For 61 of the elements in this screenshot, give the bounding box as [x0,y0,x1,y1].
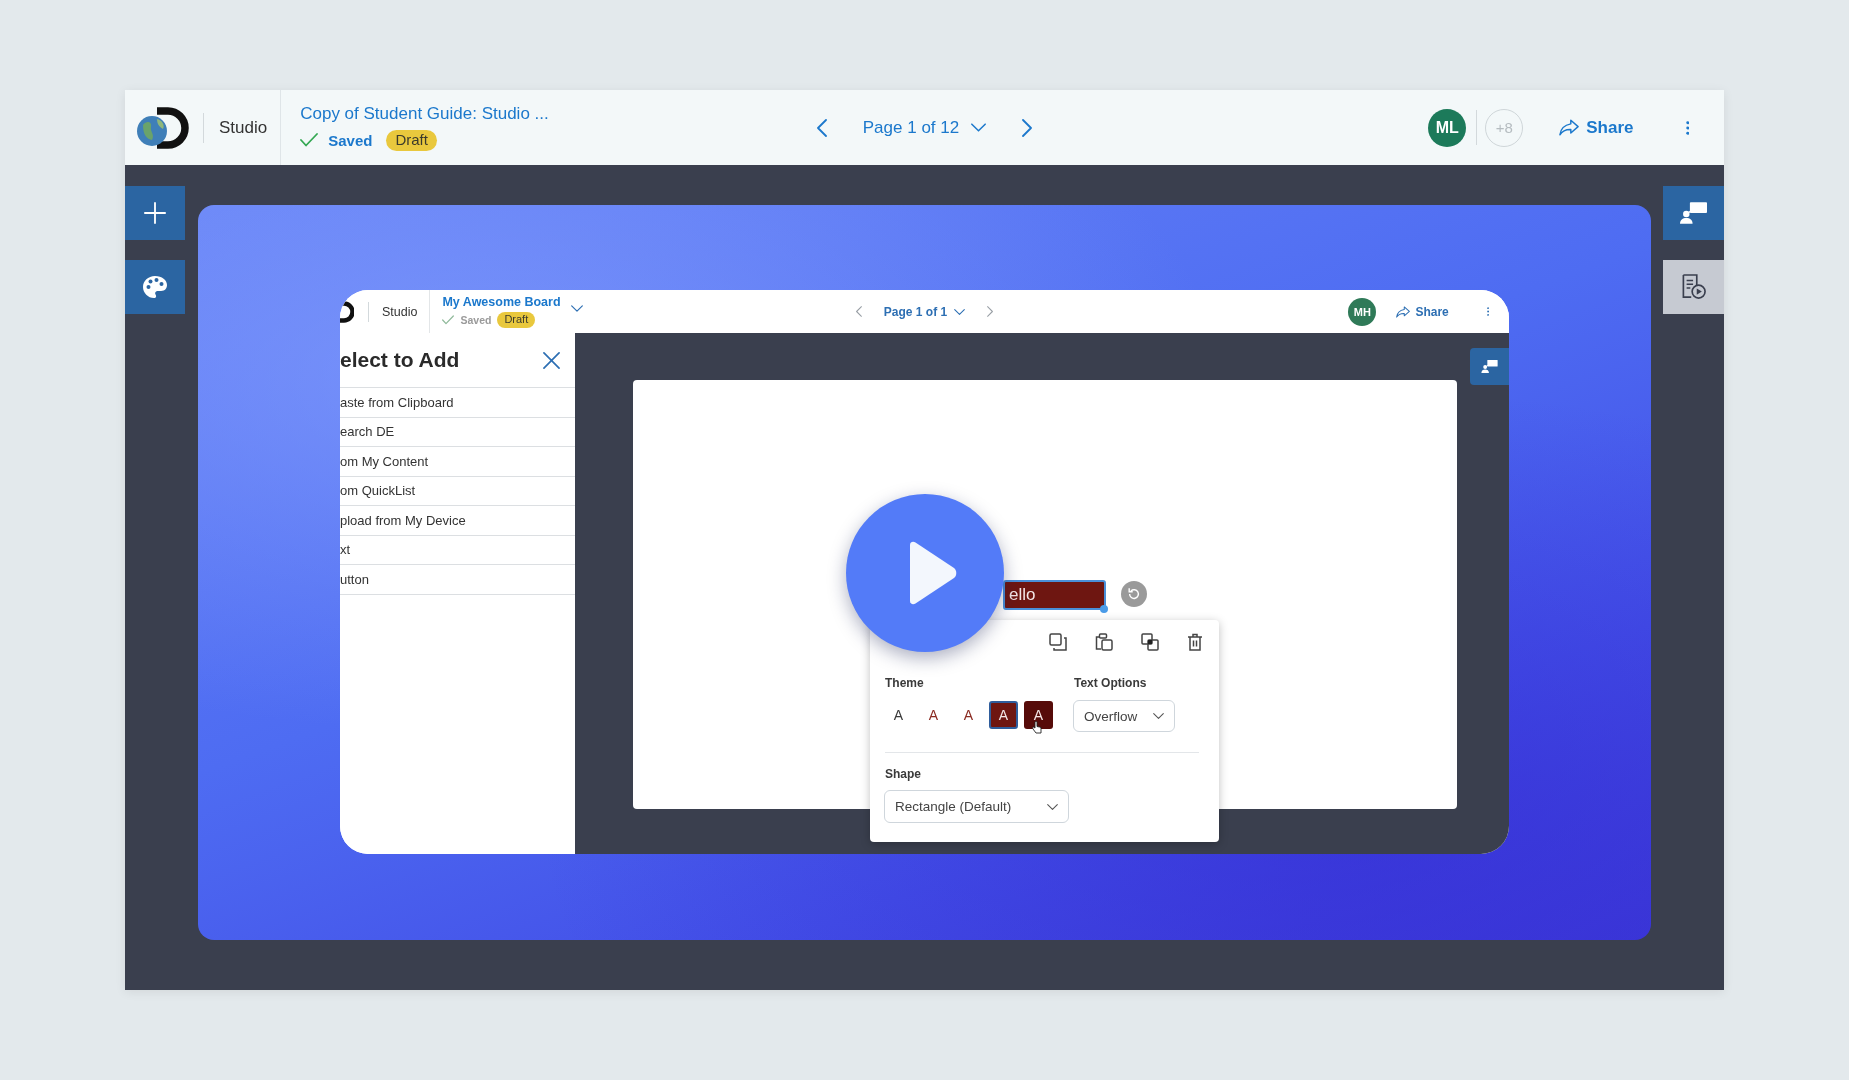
field-label: Shape [884,767,922,781]
presenter-button[interactable] [1663,186,1724,240]
resize-handle-icon[interactable] [1100,605,1108,613]
product-name: Studio [219,117,268,138]
theme-option[interactable]: A [919,701,948,729]
more-icon[interactable] [1486,307,1489,316]
document-title[interactable]: Copy of Student Guide: Studio ... [300,104,549,124]
check-icon [300,133,319,148]
user-avatar: ML [1428,108,1467,147]
board-title[interactable]: My Awesome Board [442,294,561,310]
clipboard-icon[interactable] [1095,633,1113,651]
more-icon[interactable] [1685,120,1689,135]
presenter-icon [1481,360,1498,373]
field-label: Theme [884,676,925,690]
theme-option[interactable]: A [1024,701,1053,729]
document-icon [1681,274,1706,300]
palette-icon [142,275,168,299]
save-status: Saved [328,131,373,149]
product-name: Studio [382,304,418,319]
chevron-right-icon[interactable] [1022,118,1033,137]
close-icon[interactable] [543,351,560,369]
add-button[interactable] [125,186,185,240]
presenter-button[interactable] [1470,348,1509,385]
theme-button[interactable] [125,260,185,314]
layers-icon[interactable] [1141,633,1159,651]
chevron-left-icon[interactable] [855,306,862,317]
chevron-down-icon [954,308,966,315]
share-button[interactable]: Share [1396,304,1449,319]
page-selector[interactable]: Page 1 of 12 [862,117,987,138]
share-button[interactable]: Share [1559,117,1634,138]
shape-select[interactable]: Rectangle (Default) [884,790,1069,823]
user-avatar: MH [1348,297,1377,326]
chevron-down-icon [971,123,987,132]
hand-cursor-icon [1032,721,1042,734]
panel-title: elect to Add [340,348,460,372]
chevron-down-icon [1047,803,1058,810]
chevron-left-icon[interactable] [816,118,827,137]
chevron-down-icon[interactable] [570,305,583,312]
trash-icon[interactable] [1187,633,1203,651]
plus-icon [144,202,166,224]
draft-badge: Draft [386,129,437,151]
logo-icon [135,106,189,149]
theme-option[interactable]: A [884,701,913,729]
text-box[interactable]: ello [1003,580,1106,610]
field-label: Text Options [1073,676,1148,690]
rotate-icon[interactable] [1121,581,1147,607]
share-icon [1559,119,1580,136]
share-icon [1396,305,1411,318]
text-options-select[interactable]: Overflow [1073,700,1175,732]
draft-badge: Draft [497,312,536,329]
duplicate-icon[interactable] [1049,633,1067,651]
check-icon [442,315,455,326]
theme-option[interactable]: A [989,701,1018,729]
logo-icon [340,300,354,323]
theme-option[interactable]: A [954,701,983,729]
document-button[interactable] [1663,260,1724,314]
page-selector[interactable]: Page 1 of 1 [883,304,966,319]
chevron-right-icon[interactable] [987,306,994,317]
presenter-icon [1680,202,1707,224]
chevron-down-icon [1153,713,1164,719]
save-status: Saved [460,314,492,327]
